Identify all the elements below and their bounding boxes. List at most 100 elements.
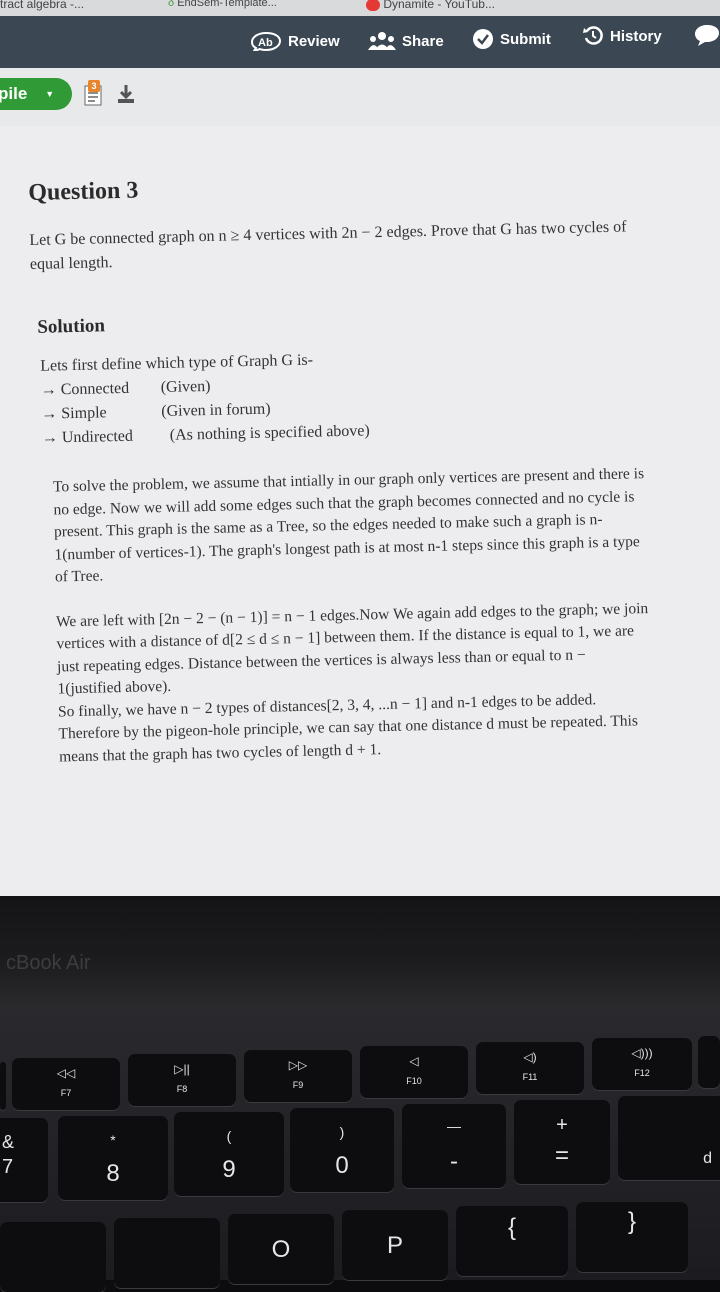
function-key-f11[interactable]: ◁) F11 — [476, 1042, 584, 1094]
function-key[interactable] — [0, 1062, 6, 1110]
browser-tab-strip: tract algebra -... δ EndSem-Template... … — [0, 0, 720, 16]
key-label: = — [554, 1142, 569, 1169]
laptop-brand-label: cBook Air — [6, 952, 91, 974]
share-users-icon — [368, 32, 396, 50]
chevron-down-icon[interactable]: ▼ — [45, 89, 54, 99]
review-icon: Ab — [250, 31, 282, 51]
key-label: 8 — [106, 1160, 120, 1187]
recompile-label: pile — [0, 84, 28, 103]
submit-button[interactable]: Submit — [472, 24, 551, 54]
function-key-f10[interactable]: ◁ F10 — [360, 1046, 468, 1098]
question-text: Let G be connected graph on n ≥ 4 vertic… — [29, 218, 627, 273]
svg-text:Ab: Ab — [258, 37, 273, 49]
fast-forward-icon: ▷▷ — [288, 1058, 308, 1072]
key-o[interactable]: O — [228, 1214, 334, 1284]
solution-paragraph-2: We are left with [2n − 2 − (n − 1)] = n … — [56, 598, 653, 769]
overleaf-icon: δ — [168, 0, 175, 9]
key-y[interactable] — [0, 1222, 106, 1292]
submit-icon — [473, 29, 493, 49]
key-label: } — [627, 1208, 636, 1235]
function-key-label: F8 — [176, 1084, 188, 1094]
solution-title: Solution — [37, 315, 106, 338]
function-key-f9[interactable]: ▷▷ F9 — [244, 1050, 352, 1102]
function-key-label: F10 — [406, 1076, 422, 1086]
function-key-label: F12 — [634, 1068, 650, 1078]
definition-value: (Given in forum) — [161, 400, 271, 421]
key-shift-label: + — [556, 1114, 568, 1136]
power-key[interactable] — [698, 1036, 720, 1088]
share-label: Share — [402, 32, 444, 50]
tab-endsem-label: EndSem-Template... — [177, 0, 277, 9]
key-label: { — [507, 1214, 516, 1241]
definition-value: (As nothing is specified above) — [169, 422, 370, 444]
key-label: d — [703, 1150, 712, 1167]
tab-youtube[interactable]: Dynamite - YouTub... — [366, 0, 495, 11]
key-label: - — [450, 1148, 458, 1175]
definition-key: → Simple — [41, 404, 107, 423]
key-0[interactable]: ) 0 — [290, 1108, 394, 1192]
key-delete[interactable]: d — [618, 1096, 720, 1180]
logs-button[interactable]: 3 — [84, 80, 102, 106]
key-label: 0 — [335, 1152, 349, 1179]
key-right-bracket[interactable]: } — [576, 1202, 688, 1272]
function-key-label: F11 — [522, 1072, 538, 1082]
key-shift-label: — — [447, 1118, 461, 1134]
function-key-f12[interactable]: ◁))) F12 — [592, 1038, 692, 1090]
download-icon — [118, 85, 134, 103]
pdf-toolbar: pile ▼ 3 — [0, 68, 720, 126]
key-label: O — [271, 1236, 291, 1263]
key-8[interactable]: * 8 — [58, 1116, 168, 1200]
play-pause-icon: ▷|| — [174, 1062, 190, 1076]
tab-youtube-label: Dynamite - YouTub... — [383, 0, 495, 11]
key-7[interactable]: & 7 — [0, 1118, 48, 1202]
key-minus[interactable]: — - — [402, 1104, 506, 1188]
key-shift-label: ) — [339, 1124, 345, 1140]
definition-key: → Connected — [40, 379, 130, 399]
key-equals[interactable]: + = — [514, 1100, 610, 1184]
pdf-page: Question 3 Let G be connected graph on n… — [0, 126, 720, 896]
key-label: P — [386, 1232, 403, 1259]
logs-badge: 3 — [88, 80, 100, 92]
question-title: Question 3 — [28, 177, 139, 206]
recompile-button[interactable]: pile ▼ — [0, 78, 72, 110]
key-label: 7 — [2, 1156, 14, 1178]
solution-paragraph-2-part-1: We are left with [2n − 2 − (n − 1)] = n … — [55, 599, 649, 698]
submit-label: Submit — [500, 30, 551, 48]
function-key-f8[interactable]: ▷|| F8 — [128, 1054, 236, 1106]
history-label: History — [610, 27, 662, 45]
function-key-label: F9 — [292, 1080, 304, 1090]
download-pdf-button[interactable] — [116, 84, 136, 109]
laptop-keyboard: ◁◁ F7 ▷|| F8 ▷▷ F9 ◁ F10 ◁) F11 ◁))) F12… — [0, 1006, 720, 1292]
key-u[interactable] — [114, 1218, 220, 1288]
definition-value: (Given) — [160, 377, 211, 397]
key-shift-label: * — [110, 1132, 116, 1148]
key-left-bracket[interactable]: { — [456, 1206, 568, 1276]
chat-button[interactable] — [694, 20, 720, 50]
key-shift-label: & — [2, 1132, 15, 1152]
share-button[interactable]: Share — [368, 26, 444, 56]
volume-mute-icon: ◁ — [409, 1054, 419, 1068]
solution-paragraph-2-part-2: So finally, we have n − 2 types of dista… — [57, 690, 639, 765]
editor-toolbar: Ab Review Share Submit History — [0, 16, 720, 68]
volume-down-icon: ◁) — [523, 1050, 537, 1064]
definitions-block: Lets first define which type of Graph G … — [40, 340, 674, 450]
review-button[interactable]: Ab Review — [250, 26, 340, 56]
key-p[interactable]: P — [342, 1210, 448, 1280]
history-icon — [583, 26, 603, 45]
key-shift-label: ( — [226, 1128, 232, 1144]
review-label: Review — [288, 32, 340, 50]
document-content: Question 3 Let G be connected graph on n… — [28, 165, 681, 768]
function-key-label: F7 — [60, 1088, 72, 1098]
key-label: 9 — [222, 1156, 236, 1183]
chat-icon — [695, 25, 719, 46]
rewind-icon: ◁◁ — [56, 1066, 76, 1080]
history-button[interactable]: History — [582, 21, 662, 51]
key-9[interactable]: ( 9 — [174, 1112, 284, 1196]
solution-paragraph-1: To solve the problem, we assume that int… — [52, 465, 645, 586]
function-key-f7[interactable]: ◁◁ F7 — [12, 1058, 120, 1110]
tab-abstract-algebra[interactable]: tract algebra -... — [0, 0, 84, 11]
youtube-icon — [366, 0, 380, 11]
laptop-bezel: cBook Air — [0, 896, 720, 1006]
tab-endsem-template[interactable]: δ EndSem-Template... — [168, 0, 277, 9]
definition-key: → Undirected — [41, 427, 134, 447]
